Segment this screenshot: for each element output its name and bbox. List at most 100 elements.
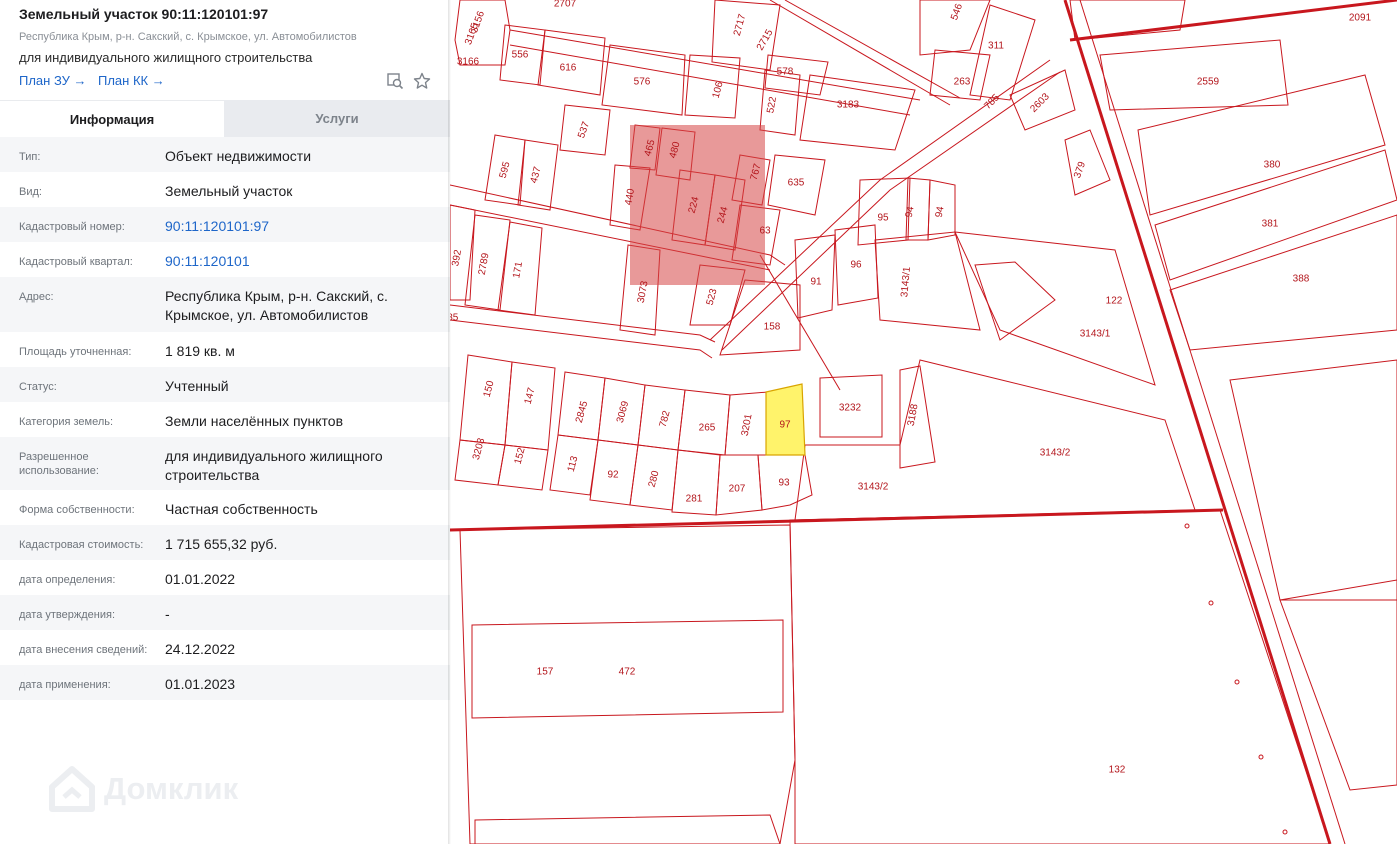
parcel-380 (1137, 74, 1386, 216)
parcel-label: 106 (711, 80, 726, 99)
parcel-label: 616 (560, 63, 577, 74)
parcel-label: 635 (788, 178, 805, 189)
parcel-95 (857, 177, 911, 246)
property-label: дата применения: (19, 679, 111, 691)
parcel-311 (969, 4, 1036, 101)
property-value: - (165, 606, 170, 622)
cadastral-map[interactable]: 2707 3166 3165 3156 556 616 576 106 2717 2715 578 5… (450, 0, 1397, 844)
parcel-label: 388 (1293, 274, 1310, 285)
parcel-label: 380 (1264, 160, 1281, 171)
plan-kk-link[interactable]: План КК → (98, 73, 165, 88)
parcel-label: 97 (779, 420, 791, 431)
tab-services[interactable]: Услуги (224, 100, 450, 137)
marker-dot (1208, 600, 1214, 606)
parcel-label: 95 (877, 213, 889, 224)
parcel-label: 3069 (615, 399, 631, 424)
parcel-2559 (1099, 39, 1289, 111)
map-search-icon[interactable] (386, 72, 404, 90)
property-label: Вид: (19, 186, 42, 198)
property-value: Частная собственность (165, 501, 318, 517)
parcel-label: 311 (988, 41, 1004, 52)
parcel-label: 96 (850, 260, 862, 271)
parcel-label: 782 (658, 409, 673, 428)
parcel-label: 91 (810, 277, 822, 288)
property-label: Кадастровый квартал: (19, 256, 133, 268)
property-row: Адрес: Республика Крым, р-н. Сакский, с. … (0, 277, 450, 332)
parcel-label: 472 (619, 667, 636, 678)
parcel-label: 3143/1 (1080, 329, 1111, 340)
property-value: Земельный участок (165, 183, 293, 199)
property-row: Форма собственности: Частная собственност… (0, 490, 450, 525)
parcel-label: 437 (529, 165, 544, 184)
panel-divider (448, 0, 451, 844)
parcel-label: 379 (1072, 160, 1088, 180)
parcel-label: 537 (576, 120, 592, 140)
parcel-label: 3203 (471, 436, 487, 461)
parcel-label: 2603 (1028, 91, 1052, 115)
domclick-watermark: Домклик (48, 757, 288, 820)
parcel-3143-1a (874, 231, 981, 331)
marker-dot (1184, 523, 1190, 529)
parcel-label: 3156 (469, 9, 487, 34)
tab-info[interactable]: Информация (0, 100, 224, 138)
property-label: дата внесения сведений: (19, 644, 148, 656)
parcel-label: 158 (764, 322, 781, 333)
parcel-label: 171 (511, 260, 525, 279)
property-value: 1 715 655,32 руб. (165, 536, 278, 552)
property-row: Тип: Объект недвижимости (0, 137, 450, 172)
property-row: дата определения: 01.01.2022 (0, 560, 450, 595)
parcel-147 (504, 361, 556, 451)
parcel-title: Земельный участок 90:11:120101:97 (19, 6, 269, 22)
property-label: Разрешенное использование: (19, 451, 99, 477)
parcel-150 (459, 354, 513, 446)
star-icon-svg (413, 72, 431, 89)
property-value: Земли населённых пунктов (165, 413, 344, 429)
parcel-132 (789, 509, 1331, 844)
parcel-label: 522 (765, 95, 779, 114)
parcel-label: 785 (982, 92, 1002, 112)
parcel-263 (929, 49, 991, 101)
property-label: Адрес: (19, 291, 54, 303)
parcel-label: 113 (566, 454, 581, 473)
marker-dot (1234, 679, 1240, 685)
parcel-label: 556 (512, 50, 529, 61)
property-value-link[interactable]: 90:11:120101:97 (165, 217, 435, 236)
parcel-label: 122 (1106, 296, 1123, 307)
property-label: Кадастровая стоимость: (19, 539, 144, 551)
parcel-label: 523 (705, 287, 720, 306)
parcel-label: 265 (699, 423, 716, 434)
property-label: Тип: (19, 151, 41, 163)
parcel-bottom-strip (474, 814, 781, 844)
star-icon[interactable] (413, 72, 431, 90)
marker-dot (1258, 754, 1264, 760)
property-row: дата применения: 01.01.2023 (0, 665, 450, 700)
property-label: Кадастровый номер: (19, 221, 125, 233)
road-lower-a (450, 304, 716, 343)
parcel-label: 546 (949, 2, 965, 22)
parcel-label: 3143/2 (858, 482, 889, 493)
cadastral-map-svg[interactable]: 2707316631653156556616576 106271727155785… (450, 0, 1397, 844)
parcel-label: 3143/2 (1040, 448, 1071, 459)
property-row: Площадь уточненная: 1 819 кв. м (0, 332, 450, 367)
parcel-label: 63 (759, 226, 771, 237)
tab-bar: Информация Услуги (0, 100, 450, 138)
parcel-label: 93 (778, 478, 790, 489)
parcel-label: 3188 (906, 403, 921, 427)
property-value-link[interactable]: 90:11:120101 (165, 252, 435, 271)
parcel-3143-1b (954, 231, 1156, 386)
parcel-permitted-use: для индивидуального жилищного строительс… (19, 50, 313, 65)
parcel-3143-2a (794, 359, 1196, 521)
parcel-label: 150 (482, 379, 497, 398)
parcel-label: 578 (777, 67, 794, 78)
parcel-label: 2845 (574, 399, 590, 424)
parcel-lower-left (459, 524, 796, 844)
map-search-icon-svg (387, 73, 404, 90)
parcel-388 (1169, 214, 1397, 351)
domclick-logo: Домклик (49, 766, 239, 812)
parcel-label: 785 (450, 313, 459, 324)
parcel-label: 2707 (554, 0, 577, 10)
property-label: дата определения: (19, 574, 116, 586)
plan-zu-link[interactable]: План ЗУ → (19, 73, 87, 88)
parcel-label: 207 (729, 484, 746, 495)
parcel-158 (719, 279, 801, 356)
